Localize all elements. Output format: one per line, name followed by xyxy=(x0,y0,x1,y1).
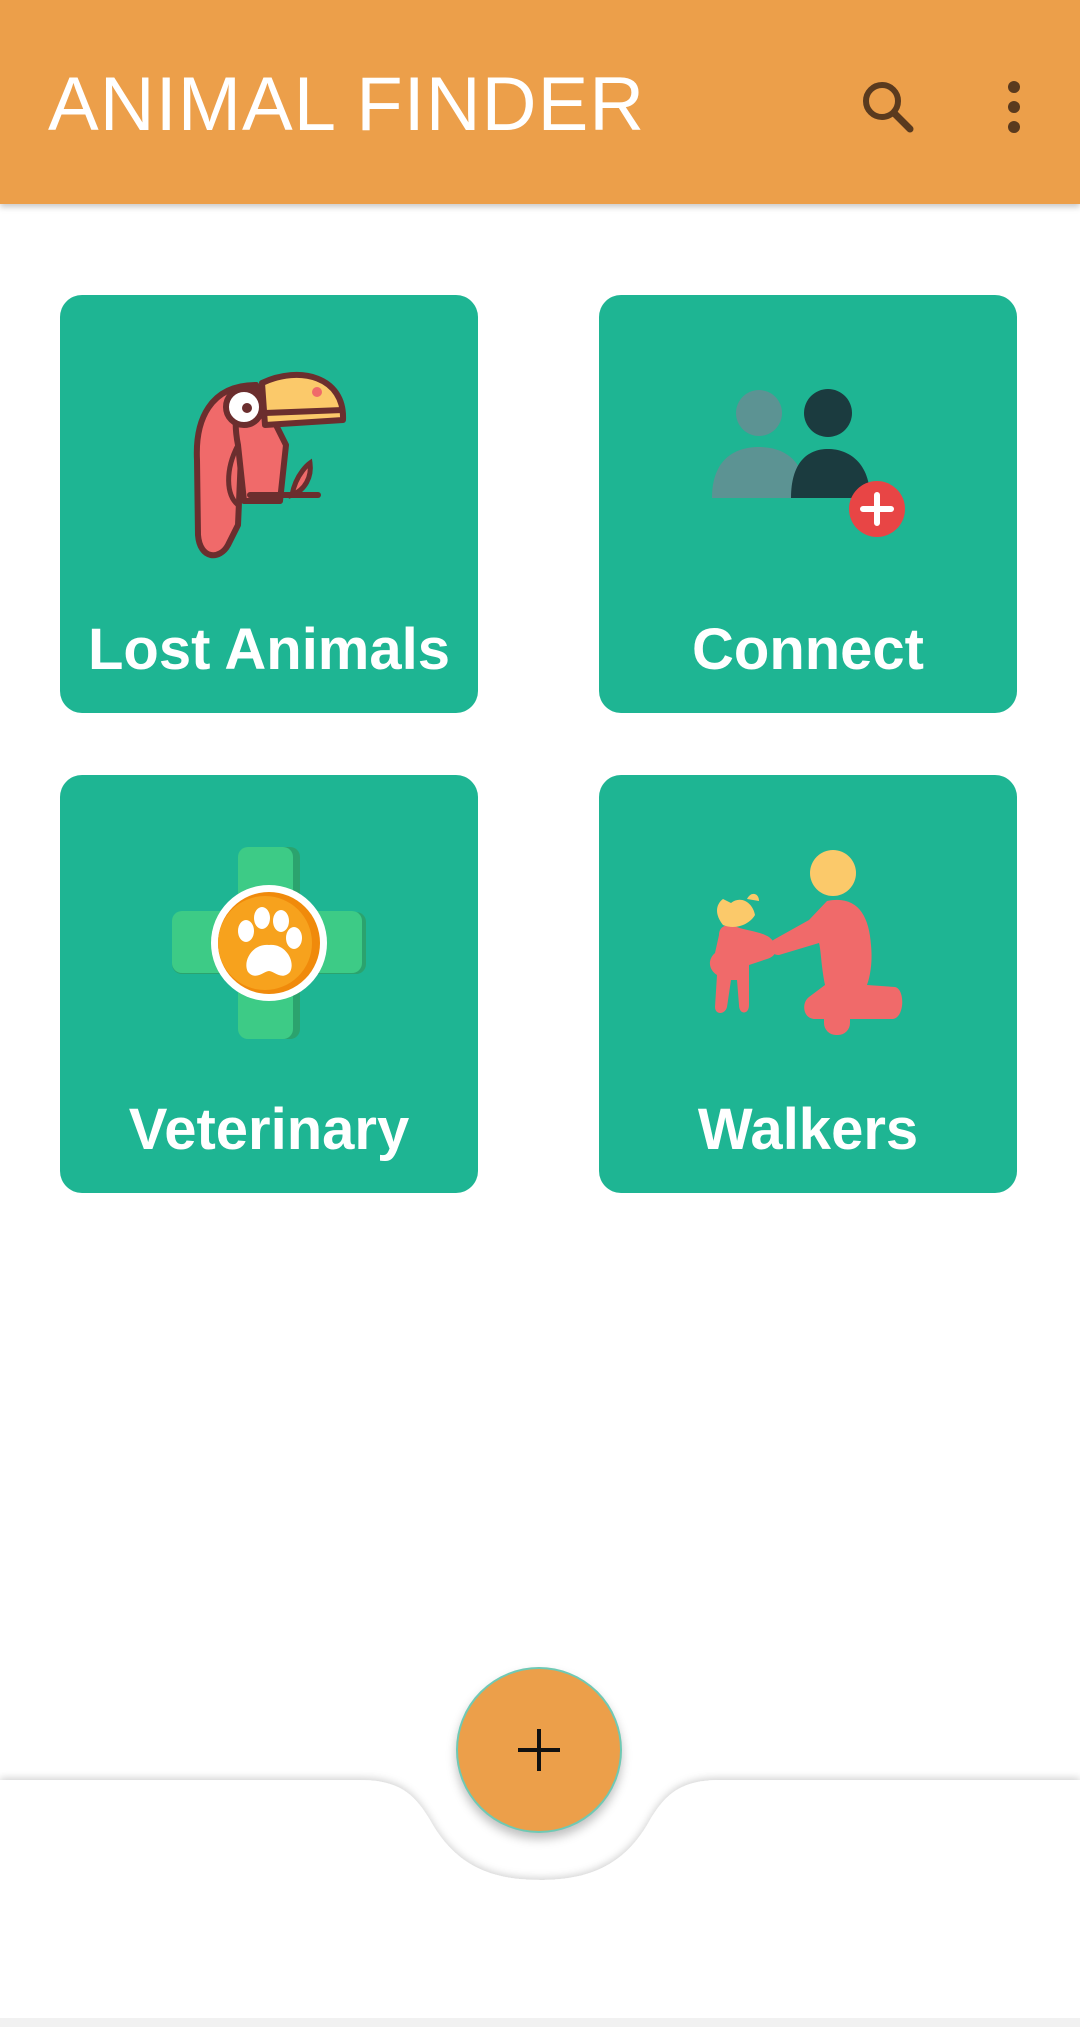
app-title: ANIMAL FINDER xyxy=(48,62,646,147)
tile-label: Connect xyxy=(692,617,924,682)
app-bar: ANIMAL FINDER xyxy=(0,0,1080,204)
more-vert-icon xyxy=(1008,81,1020,133)
search-button[interactable] xyxy=(843,62,933,152)
tile-connect[interactable]: Connect xyxy=(599,295,1017,713)
tile-label: Lost Animals xyxy=(87,617,451,682)
tile-veterinary[interactable]: Veterinary xyxy=(60,775,478,1193)
add-people-icon xyxy=(712,389,905,537)
veterinary-cross-paw-icon xyxy=(172,847,366,1039)
search-icon xyxy=(863,82,914,133)
plus-icon xyxy=(518,1729,560,1771)
dog-walker-icon xyxy=(709,850,903,1035)
more-options-button[interactable] xyxy=(969,62,1059,152)
toucan-icon xyxy=(193,372,347,559)
tile-label: Veterinary xyxy=(128,1097,410,1162)
tile-walkers[interactable]: Walkers xyxy=(599,775,1017,1193)
tile-label: Walkers xyxy=(697,1097,919,1162)
add-fab[interactable] xyxy=(456,1667,622,1833)
tile-lost-animals[interactable]: Lost Animals xyxy=(60,295,478,713)
